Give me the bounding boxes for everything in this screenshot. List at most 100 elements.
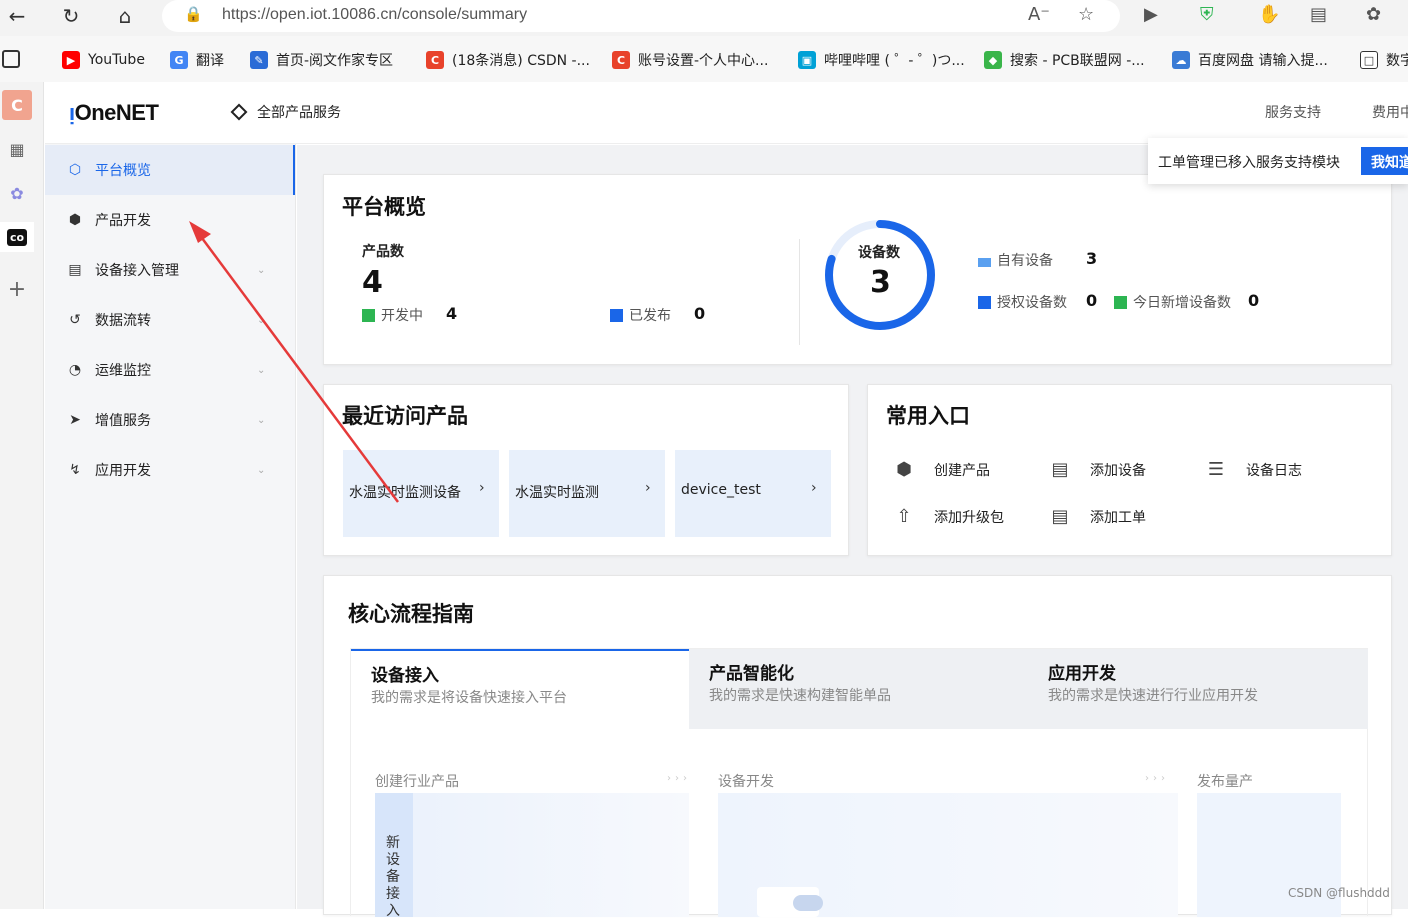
ticket-icon: ▤ [1051, 506, 1069, 527]
guide-panel: 设备接入 我的需求是将设备快速接入平台 产品智能化 我的需求是快速构建智能单品 应用… [350, 648, 1368, 919]
paw-icon[interactable]: ✿ [2, 178, 32, 208]
add-package-entry[interactable]: ⇧ 添加升级包 [892, 506, 1004, 527]
chevron-right-icon: › [811, 480, 817, 496]
diamond-icon [230, 103, 248, 121]
cube-icon: ⬢ [896, 459, 912, 480]
divider [799, 239, 800, 345]
device-count-value: 3 [870, 265, 891, 300]
tab-app-dev[interactable]: 应用开发 我的需求是快速进行行业应用开发 [1028, 649, 1368, 729]
add-icon[interactable]: + [2, 274, 32, 304]
bookmark-baidupan[interactable]: ☁ 百度网盘 请输入提... [1172, 49, 1328, 71]
published-icon [610, 309, 623, 322]
chevron-right-icon: › [479, 480, 485, 496]
hand-extension-icon[interactable]: ✋ [1258, 4, 1280, 25]
bookmark-number[interactable]: □ 数字 [1360, 49, 1408, 71]
back-arrow-icon[interactable]: ← [2, 2, 32, 30]
all-products-button[interactable]: 全部产品服务 [230, 102, 341, 122]
app-dev-icon: ↯ [69, 462, 81, 478]
home-icon[interactable]: ⌂ [110, 2, 140, 30]
translate-icon: G [170, 51, 188, 69]
device-count-label: 设备数 [858, 245, 900, 261]
recent-item[interactable]: 水温实时监测设备 › [343, 450, 499, 537]
tooltip-text: 工单管理已移入服务支持模块 [1158, 155, 1340, 171]
csdn-side-icon[interactable]: C [2, 90, 32, 120]
bookmark-account[interactable]: C 账号设置-个人中心... [612, 49, 768, 71]
create-product-entry[interactable]: ⬢ 创建产品 [892, 459, 990, 480]
sidebar-item-value-added[interactable]: ➤ 增值服务 ⌄ [45, 395, 295, 445]
add-device-icon: ▤ [1051, 459, 1069, 480]
stage-panel-create [375, 793, 689, 917]
bookmark-translate[interactable]: G 翻译 [170, 49, 224, 71]
trend-icon [1114, 296, 1127, 309]
browser-sidebar: C ▦ ✿ co + [0, 82, 44, 909]
sidebar-item-app-dev[interactable]: ↯ 应用开发 ⌄ [45, 445, 295, 495]
app-header: ᴉOneNET 全部产品服务 服务支持 费用中 [45, 82, 1408, 144]
reader-extension-icon[interactable]: ▤ [1310, 4, 1327, 25]
guide-card: 核心流程指南 设备接入 我的需求是将设备快速接入平台 产品智能化 我的需求是快速构建… [323, 575, 1392, 919]
service-support-link[interactable]: 服务支持 [1265, 102, 1321, 122]
device-log-entry[interactable]: ☰ 设备日志 [1204, 459, 1302, 480]
onenet-logo[interactable]: ᴉOneNET [69, 100, 159, 126]
tab-product-smart[interactable]: 产品智能化 我的需求是快速构建智能单品 [689, 649, 1028, 729]
youtube-icon: ▶ [62, 51, 80, 69]
upload-icon: ⇧ [896, 506, 912, 527]
sidebar-item-overview[interactable]: ⬡ 平台概览 [45, 145, 295, 195]
device-icon: ▤ [68, 262, 82, 278]
bookmark-bilibili[interactable]: ▣ 哔哩哔哩 ( ゜- ゜)つ... [798, 49, 965, 71]
recent-item[interactable]: device_test › [675, 450, 831, 537]
product-count-label: 产品数 [362, 244, 404, 260]
sidebar-item-data-flow[interactable]: ↺ 数据流转 ⌄ [45, 295, 295, 345]
read-aloud-icon[interactable]: A⁻ [1028, 4, 1050, 25]
pen-icon: ✎ [250, 51, 268, 69]
bookmark-csdn[interactable]: C (18条消息) CSDN -... [426, 49, 590, 71]
main-content: 平台概览 产品数 4 开发中 4 已发布 0 设备数 3 自有设备 3 授权设备… [297, 145, 1408, 919]
authorized-stat: 授权设备数 [978, 292, 1067, 312]
bilibili-icon: ▣ [798, 51, 816, 69]
play-extension-icon[interactable]: ▶ [1144, 4, 1158, 25]
new-today-stat: 今日新增设备数 [1114, 292, 1231, 312]
chevron-down-icon: ⌄ [257, 314, 266, 326]
csdn-icon: C [426, 51, 444, 69]
developing-icon [362, 309, 375, 322]
dots-icon: ››› [1145, 773, 1169, 784]
add-ticket-entry[interactable]: ▤ 添加工单 [1048, 506, 1146, 527]
sidebar-item-ops-monitor[interactable]: ◔ 运维监控 ⌄ [45, 345, 295, 395]
pcb-icon: ◆ [984, 51, 1002, 69]
new-today-value: 0 [1248, 291, 1260, 310]
published-stat: 已发布 [610, 305, 671, 325]
chevron-down-icon: ⌄ [257, 464, 266, 476]
own-devices-icon [978, 258, 991, 267]
fees-link[interactable]: 费用中 [1372, 102, 1408, 122]
notice-tooltip: 工单管理已移入服务支持模块 我知道 [1148, 138, 1408, 184]
url-text[interactable]: https://open.iot.10086.cn/console/summar… [222, 6, 527, 24]
address-bar[interactable]: 🔒 https://open.iot.10086.cn/console/summ… [162, 0, 1120, 32]
tabs-icon[interactable] [2, 50, 20, 68]
cube-icon: ⬢ [68, 212, 82, 228]
send-icon: ➤ [69, 412, 81, 428]
bookmark-pcb[interactable]: ◆ 搜索 - PCB联盟网 -... [984, 49, 1145, 71]
product-count-value: 4 [362, 265, 383, 300]
add-device-entry[interactable]: ▤ 添加设备 [1048, 459, 1146, 480]
calendar-icon[interactable]: ▦ [2, 134, 32, 164]
bookmark-yuewen[interactable]: ✎ 首页-阅文作家专区 [250, 49, 393, 71]
shield-extension-icon[interactable]: ⛨ [1200, 4, 1214, 25]
common-entries-card: 常用入口 ⬢ 创建产品 ▤ 添加设备 ☰ 设备日志 ⇧ 添加升级包 ▤ 添加工单 [867, 384, 1392, 556]
developing-stat: 开发中 [362, 305, 423, 325]
sidebar-item-device-access[interactable]: ▤ 设备接入管理 ⌄ [45, 245, 295, 295]
reload-icon[interactable]: ↻ [56, 2, 86, 30]
onenet-side-icon[interactable]: co [0, 222, 34, 252]
app-sidebar: ⬡ 平台概览 ⬢ 产品开发 ▤ 设备接入管理 ⌄ ↺ 数据流转 ⌄ ◔ 运维监控 ⌄ ➤ 增值服务… [45, 144, 296, 909]
got-it-button[interactable]: 我知道 [1361, 147, 1408, 175]
recent-item[interactable]: 水温实时监测 › [509, 450, 665, 537]
paw-extension-icon[interactable]: ✿ [1366, 4, 1381, 25]
sdk-card [757, 887, 823, 917]
sidebar-item-product-dev[interactable]: ⬢ 产品开发 [45, 195, 295, 245]
tab-device-access[interactable]: 设备接入 我的需求是将设备快速接入平台 [351, 649, 689, 729]
vertical-tab[interactable]: 新设备接入 [375, 793, 413, 919]
developing-value: 4 [446, 304, 458, 323]
bookmark-youtube[interactable]: ▶ YouTube [62, 49, 145, 71]
lock-icon[interactable]: 🔒 [184, 5, 203, 23]
stage-create-product: 创建行业产品 [375, 774, 459, 790]
authorized-value: 0 [1086, 291, 1098, 310]
favorite-star-icon[interactable]: ☆ [1078, 4, 1094, 25]
